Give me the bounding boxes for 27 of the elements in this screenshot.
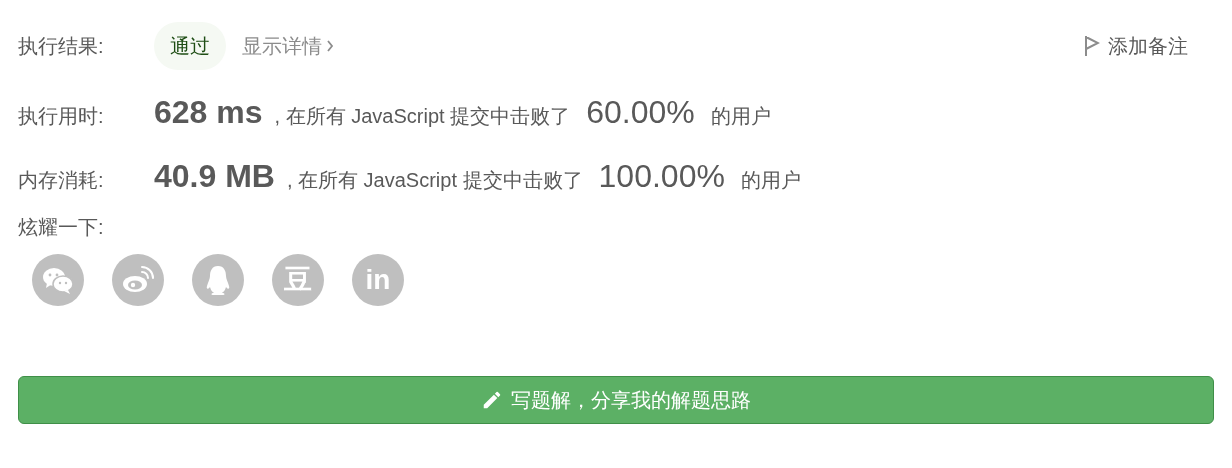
stat-description: , 在所有 JavaScript 提交中击败了: [274, 104, 571, 129]
chat-bubbles-icon: [42, 266, 74, 294]
stat-suffix: 的用户: [710, 104, 771, 129]
weibo-share-button[interactable]: [112, 254, 164, 306]
share-button[interactable]: 豆: [272, 254, 324, 306]
penguin-icon: [205, 265, 231, 295]
details-link[interactable]: 显示详情: [242, 31, 334, 61]
share-label: 炫耀一下:: [18, 215, 105, 240]
add-note-button[interactable]: 添加备注: [1084, 31, 1188, 61]
stat-suffix: 的用户: [740, 168, 801, 193]
stat-percent: 60.00%: [586, 93, 695, 132]
qq-share-button[interactable]: [192, 254, 244, 306]
stat-description: , 在所有 JavaScript 提交中击败了: [286, 168, 583, 193]
stat-percent: 100.00%: [598, 157, 725, 196]
chevron-right-icon: [326, 40, 334, 52]
eye-swirl-icon: [122, 266, 154, 294]
status-badge: 通过: [154, 22, 226, 70]
stat-label: 执行用时:: [18, 104, 105, 129]
stat-value: 628 ms: [154, 93, 263, 132]
stat-label: 内存消耗:: [18, 168, 105, 193]
share-button[interactable]: in: [352, 254, 404, 306]
write-solution-button[interactable]: 写题解，分享我的解题思路: [18, 376, 1214, 424]
wechat-share-button[interactable]: [32, 254, 84, 306]
flag-icon: [1084, 35, 1100, 57]
pencil-icon: [481, 389, 503, 411]
result-label: 执行结果:: [18, 34, 105, 59]
stat-value: 40.9 MB: [154, 157, 275, 196]
